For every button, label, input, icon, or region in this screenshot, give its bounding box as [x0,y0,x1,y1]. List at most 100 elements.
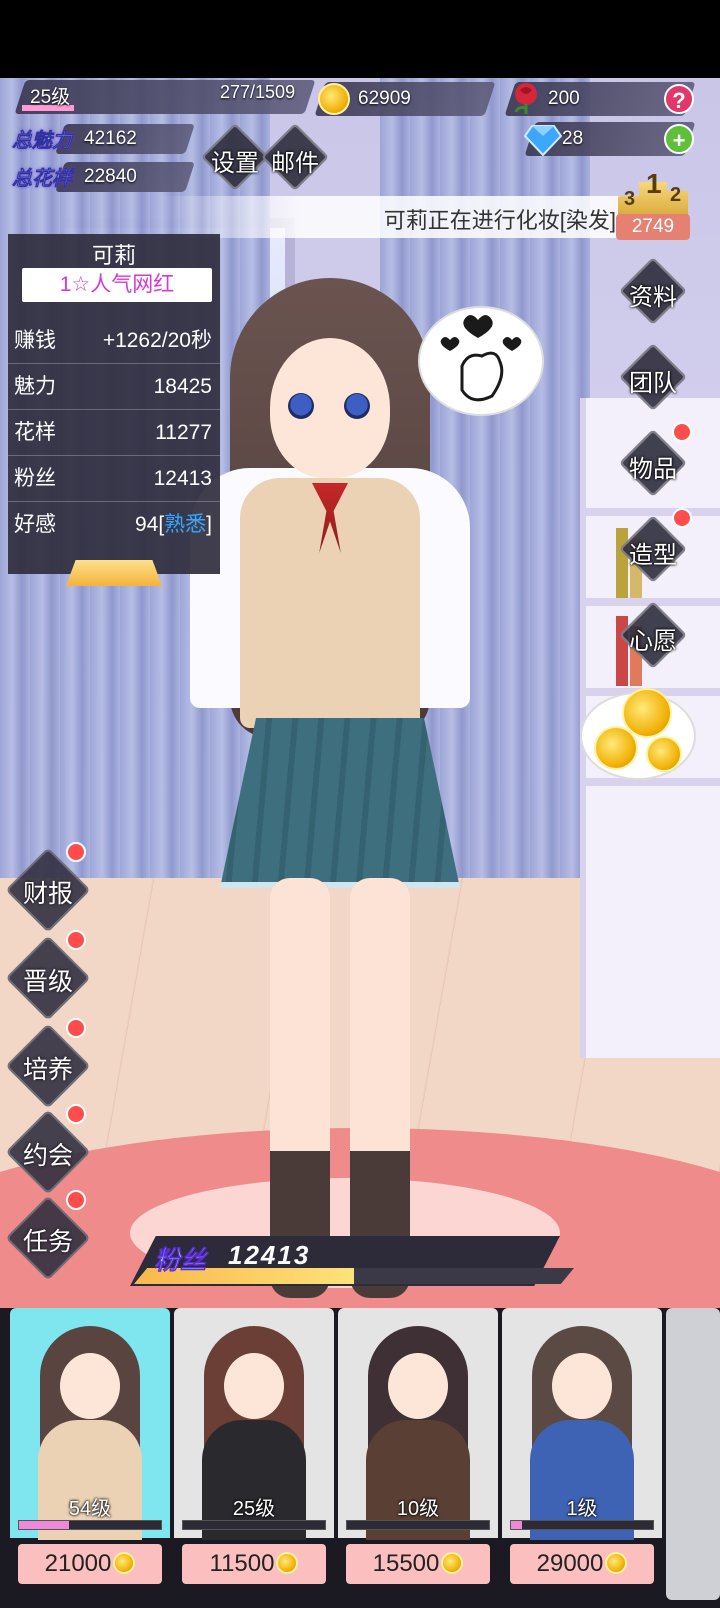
card-price: 29000 [536,1550,604,1577]
character-skirt [220,718,460,888]
card-price: 21000 [44,1550,112,1577]
menu-profile-label: 资料 [629,284,677,311]
character-leg-left [270,878,330,1298]
card-price-button[interactable]: 21000 [18,1544,162,1584]
character-card-1[interactable]: 54级 21000 [10,1308,170,1600]
profile-row-label: 魅力 [14,375,56,398]
menu-promotion-label: 晋级 [22,968,73,996]
affection-value-group: 94[熟悉] [135,502,212,548]
menu-training-label: 培养 [22,1056,73,1084]
menu-finance-button[interactable]: 财报 [5,842,91,933]
coin-icon [605,1552,628,1574]
fans-progress-bar: 粉丝 12413 [130,1236,590,1286]
profile-row-value: +1262/20秒 [102,329,212,352]
menu-items-label: 物品 [629,456,677,483]
menu-style-label: 造型 [629,542,677,569]
card-level: 1级 [566,1498,598,1520]
profile-row-affection: 好感 94[熟悉] [8,502,220,548]
profile-row-charm: 魅力 18425 [8,364,220,410]
settings-button[interactable]: 设置 [200,122,270,192]
card-price-button[interactable]: 11500 [182,1544,326,1584]
character-name: 可莉 [91,243,136,268]
rose-amount: 200 [548,88,580,109]
profile-row-label: 粉丝 [14,467,56,490]
profile-row-style: 花样 11277 [8,410,220,456]
menu-training-button[interactable]: 培养 [5,1018,91,1109]
card-price: 15500 [372,1550,440,1577]
settings-label: 设置 [211,150,259,177]
fans-label: 粉丝 [154,1245,207,1276]
menu-date-button[interactable]: 约会 [5,1104,91,1195]
character-card-5-partial[interactable] [666,1308,720,1600]
gold-coin-icon [318,83,350,115]
card-xp-bar [510,1520,654,1530]
rank-third: 3 [624,188,636,210]
menu-wish-button[interactable]: 心愿 [618,600,688,670]
menu-date-label: 约会 [22,1142,73,1170]
character-title: 1☆人气网红 [22,268,212,302]
profile-row-label: 花样 [14,421,56,444]
add-diamonds-button[interactable]: + [664,124,694,154]
card-level: 25级 [232,1498,276,1520]
character-card-2[interactable]: 25级 11500 [174,1308,334,1600]
coin-icon [276,1552,299,1574]
coin-icon [113,1552,136,1574]
menu-wish-label: 心愿 [629,628,677,655]
card-price-button[interactable]: 29000 [510,1544,654,1584]
card-xp-bar [18,1520,162,1530]
diamond-icon [524,125,562,156]
character-card-3[interactable]: 10级 15500 [338,1308,498,1600]
notification-dot [66,1018,86,1038]
mail-button[interactable]: 邮件 [260,122,330,192]
total-style-label: 总花样 [12,168,73,191]
fans-value: 12413 [228,1240,311,1270]
card-price-button[interactable]: 15500 [346,1544,490,1584]
total-style-value: 22840 [84,166,137,187]
status-message: 可莉正在进行化妆[染发] [383,208,616,233]
card-xp-bar [182,1520,326,1530]
menu-profile-button[interactable]: 资料 [618,256,688,326]
profile-row-fans: 粉丝 12413 [8,456,220,502]
rank-first: 1 [646,168,662,199]
profile-row-value: 12413 [153,467,212,490]
card-price: 11500 [209,1550,275,1577]
menu-items-button[interactable]: 物品 [618,422,692,498]
menu-tasks-label: 任务 [22,1228,73,1256]
menu-team-button[interactable]: 团队 [618,342,688,412]
affection-status: 熟悉 [164,513,207,536]
notification-dot [672,508,692,528]
panel-collapse-tab[interactable] [66,560,162,586]
notification-dot [66,842,86,862]
collect-coins-bubble[interactable] [580,688,696,780]
menu-tasks-button[interactable]: 任务 [5,1190,91,1281]
heart-gesture-bubble [418,306,544,416]
profile-row-value: 11277 [155,421,212,444]
affection-value: 94 [134,513,159,536]
mail-label: 邮件 [271,150,319,177]
ranking-button[interactable]: 1 2 3 2749 [616,168,690,240]
notification-dot [672,422,692,442]
card-level: 54级 [68,1498,112,1520]
profile-row-value: 18425 [153,375,212,398]
gold-amount: 62909 [358,88,411,109]
menu-promotion-button[interactable]: 晋级 [5,930,91,1021]
coin-icon [594,726,638,770]
notification-dot [66,1104,86,1124]
diamond-amount: 28 [562,128,584,149]
profile-row-label: 好感 [14,513,56,536]
affection-bracket-close: ] [206,513,212,536]
profile-row-label: 赚钱 [14,329,56,352]
menu-style-button[interactable]: 造型 [618,508,692,584]
rank-second: 2 [670,184,682,206]
character-card-list: 54级 21000 25级 11500 10级 15500 1级 29000 [0,1308,720,1608]
player-level: 25级 [30,87,71,108]
card-xp-bar [346,1520,490,1530]
status-banner: 可莉正在进行化妆[染发] [160,196,620,238]
character-eye-left [288,393,314,419]
menu-finance-label: 财报 [22,880,73,908]
menu-team-label: 团队 [629,370,677,397]
player-xp: 277/1509 [220,82,296,102]
help-button[interactable]: ? [664,84,694,114]
character-eye-right [344,393,370,419]
character-card-4[interactable]: 1级 29000 [502,1308,662,1600]
